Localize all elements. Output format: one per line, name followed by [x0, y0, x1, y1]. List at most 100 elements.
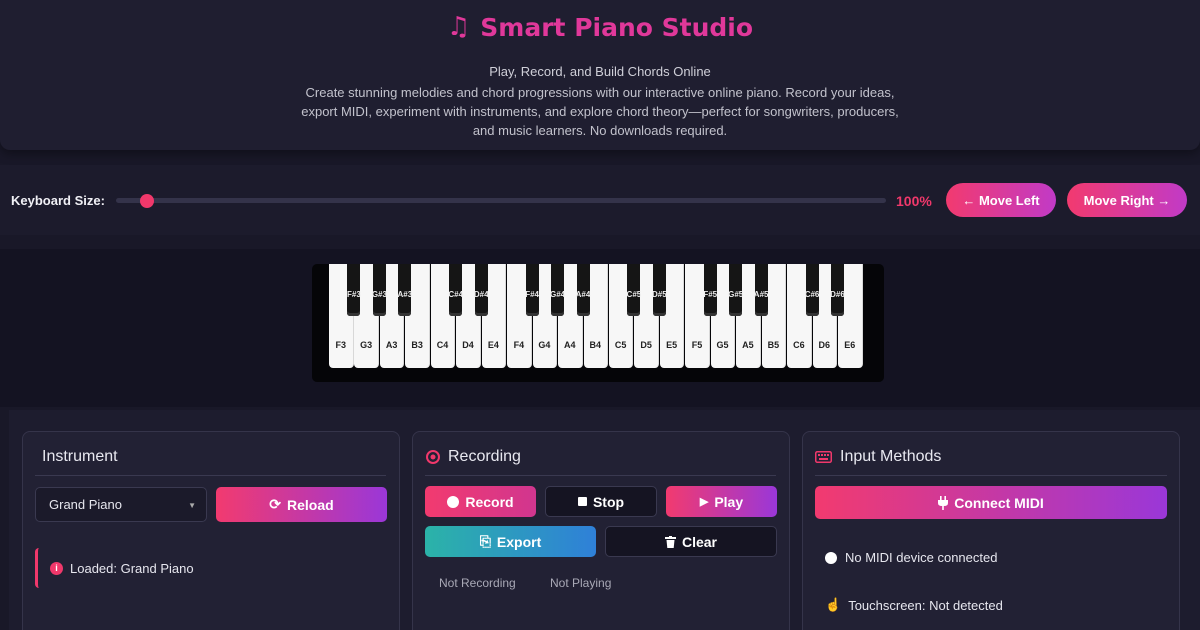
piano-key-black[interactable]: C#4 [448, 264, 464, 316]
piano-key-black[interactable]: F#4 [525, 264, 539, 316]
piano-key-black[interactable]: D#5 [652, 264, 667, 316]
hand-pointer-icon: ☝ [825, 597, 842, 612]
midi-status-text: No MIDI device connected [845, 550, 998, 565]
piano-key-black[interactable]: G#4 [549, 264, 566, 316]
piano-key-label: A#3 [397, 290, 413, 299]
keyboard-size-label: Keyboard Size: [11, 193, 105, 208]
connect-midi-button[interactable]: Connect MIDI [815, 486, 1167, 519]
piano-key-label: G5 [716, 340, 729, 350]
record-label: Record [465, 493, 514, 510]
piano-key-label: F3 [335, 340, 346, 350]
piano-key-label: C4 [436, 340, 449, 350]
play-icon: ▶ [699, 496, 709, 508]
keyboard-size-value: 100% [896, 193, 932, 209]
piano-key-label: G#3 [371, 290, 387, 299]
input-methods-title: Input Methods [815, 448, 941, 466]
status-dot-icon [825, 551, 837, 564]
piano-key-label: A5 [742, 340, 754, 350]
instrument-title: Instrument [42, 448, 118, 465]
piano-key-label: F4 [513, 340, 525, 350]
piano-key-black[interactable]: D#6 [830, 264, 845, 316]
recording-title: Recording [426, 448, 521, 466]
clear-button[interactable]: Clear [605, 526, 777, 557]
record-button[interactable]: Record [425, 486, 536, 517]
divider [425, 475, 776, 476]
piano-key-black[interactable]: A#3 [397, 264, 413, 316]
play-button[interactable]: ▶ Play [666, 486, 777, 517]
touch-status: ☝ Touchscreen: Not detected [825, 597, 1003, 613]
keyboard-size-slider-thumb[interactable] [139, 194, 154, 208]
piano-key-label: G3 [360, 340, 373, 350]
piano-key-label: B4 [589, 340, 601, 350]
touch-status-text: Touchscreen: Not detected [848, 597, 1003, 613]
playback-state: Not Playing [550, 576, 612, 590]
piano-key-label: D#5 [652, 290, 667, 299]
piano-key-black[interactable]: A#5 [753, 264, 769, 316]
info-icon: i [50, 561, 63, 575]
piano-key-label: C#6 [804, 290, 820, 299]
piano-key-black[interactable]: F#3 [347, 264, 361, 316]
app-title-text: Smart Piano Studio [480, 12, 754, 42]
export-button[interactable]: ⎘ Export [425, 526, 596, 557]
reload-label: Reload [287, 496, 334, 513]
instrument-status: i Loaded: Grand Piano [35, 548, 205, 588]
piano-key-label: C#4 [448, 290, 464, 299]
piano-key-black[interactable]: A#4 [576, 264, 590, 316]
stop-button[interactable]: Stop [545, 486, 657, 517]
instrument-select[interactable]: Grand Piano ▼ [35, 487, 207, 522]
piano-key-label: D4 [462, 340, 474, 350]
export-label: Export [496, 533, 542, 550]
piano-key-label: G4 [538, 340, 551, 350]
piano-key-label: A4 [564, 340, 576, 350]
description: Create stunning melodies and chord progr… [301, 85, 899, 138]
tagline: Play, Record, and Build Chords Online [489, 64, 711, 79]
app-title: ♫ Smart Piano Studio [0, 12, 1200, 42]
piano-key-label: G#5 [728, 290, 744, 299]
piano-key-label: A#5 [753, 290, 769, 299]
instrument-status-text: Loaded: Grand Piano [70, 560, 194, 576]
stop-square-icon [577, 497, 587, 506]
record-circle-icon [426, 450, 440, 464]
move-right-button[interactable]: Move Right → [1067, 183, 1187, 217]
piano-key-black[interactable]: F#5 [703, 264, 718, 316]
file-export-icon: ⎘ [479, 533, 491, 549]
play-label: Play [714, 493, 744, 510]
piano-key-black[interactable]: G#5 [728, 264, 744, 316]
piano-key-label: F#5 [703, 290, 718, 299]
piano-key-black[interactable]: C#6 [804, 264, 820, 316]
piano-key-label: G#4 [549, 290, 566, 299]
keyboard-size-slider[interactable] [116, 198, 886, 203]
piano-key-label: C#5 [626, 290, 642, 299]
move-left-button[interactable]: ← Move Left [946, 183, 1056, 217]
piano-key-label: F#4 [525, 290, 539, 299]
piano-key-label: C5 [614, 340, 627, 350]
divider [35, 475, 386, 476]
connect-midi-label: Connect MIDI [954, 494, 1044, 511]
piano-key-label: F5 [691, 340, 703, 350]
keyboard-icon [815, 451, 832, 463]
piano-key-black[interactable]: G#3 [371, 264, 387, 316]
instrument-select-value: Grand Piano [49, 497, 122, 512]
piano-key-black[interactable]: C#5 [626, 264, 642, 316]
piano-key-label: D6 [818, 340, 831, 350]
piano-key-label: D#6 [830, 290, 845, 299]
stop-label: Stop [592, 493, 625, 510]
piano-key-label: B5 [767, 340, 780, 350]
divider [815, 475, 1167, 476]
piano-key-label: D5 [640, 340, 652, 350]
plug-icon [938, 495, 949, 510]
piano-key-label: E6 [844, 340, 856, 350]
clear-label: Clear [681, 533, 718, 550]
recording-title-text: Recording [448, 448, 521, 465]
trash-icon [664, 535, 676, 548]
reload-button[interactable]: ⟳ Reload [216, 487, 387, 522]
piano-key-black[interactable]: D#4 [474, 264, 489, 316]
recording-state: Not Recording [439, 576, 516, 590]
piano-key-label: C6 [793, 340, 805, 350]
piano-key-label: A3 [385, 340, 398, 350]
piano-key-label: E5 [666, 340, 678, 350]
record-dot-icon [447, 495, 460, 508]
piano-key-label: B3 [411, 340, 423, 350]
midi-status: No MIDI device connected [825, 550, 997, 565]
music-note-icon: ♫ [446, 12, 471, 42]
